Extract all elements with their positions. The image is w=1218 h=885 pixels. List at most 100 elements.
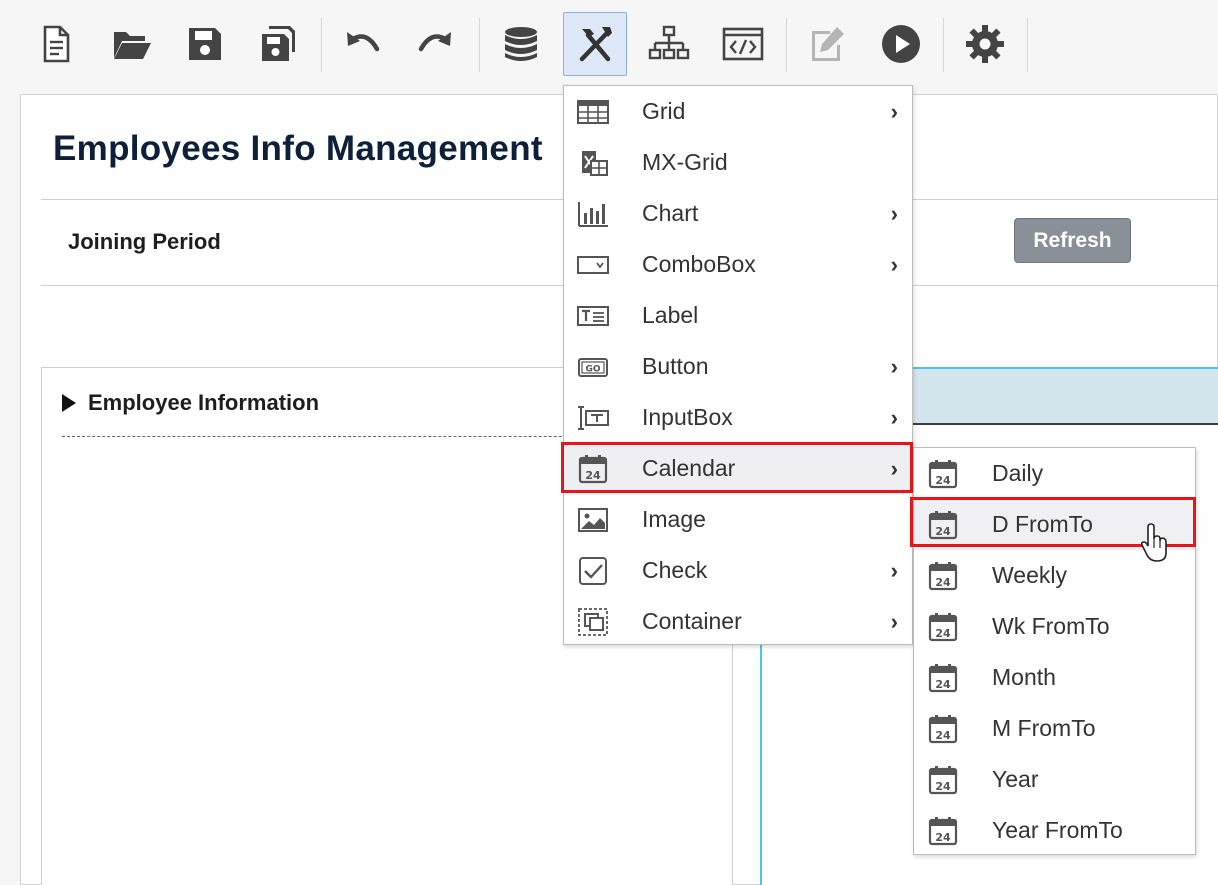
redo-button[interactable] <box>404 12 468 76</box>
menu-item-button[interactable]: GO Button › <box>564 341 912 392</box>
svg-text:24: 24 <box>935 627 951 640</box>
undo-button[interactable] <box>330 12 394 76</box>
menu-item-label: Check <box>642 557 708 583</box>
menu-item-label: Chart <box>642 200 699 226</box>
menu-item-container[interactable]: Container › <box>564 596 912 647</box>
chevron-right-icon: › <box>890 608 898 634</box>
submenu-item-wk-fromto[interactable]: 24 Wk FromTo <box>914 601 1195 652</box>
calendar-icon: 24 <box>926 510 960 540</box>
submenu-item-label: Year FromTo <box>992 817 1123 843</box>
svg-text:24: 24 <box>935 525 951 538</box>
calendar-submenu: 24 Daily 24 D FromTo 24 Weekly 24 Wk Fro… <box>913 447 1196 855</box>
menu-item-label: MX-Grid <box>642 149 728 175</box>
database-icon <box>505 27 537 61</box>
submenu-item-daily[interactable]: 24 Daily <box>914 448 1195 499</box>
menu-item-label: InputBox <box>642 404 733 430</box>
svg-text:24: 24 <box>935 780 951 793</box>
refresh-button[interactable]: Refresh <box>1014 218 1131 263</box>
submenu-item-label: M FromTo <box>992 715 1096 741</box>
grid-icon <box>576 97 610 127</box>
submenu-item-year-fromto[interactable]: 24 Year FromTo <box>914 805 1195 856</box>
toolbar-separator <box>943 18 944 72</box>
submenu-item-month[interactable]: 24 Month <box>914 652 1195 703</box>
dashed-divider <box>62 436 622 437</box>
gear-icon <box>966 25 1004 63</box>
menu-item-mx-grid[interactable]: MX-Grid <box>564 137 912 188</box>
toolbar-separator <box>1027 18 1028 72</box>
svg-text:24: 24 <box>585 469 601 482</box>
menu-item-label: Grid <box>642 98 686 124</box>
submenu-item-label: Weekly <box>992 562 1067 588</box>
structure-button[interactable] <box>637 12 701 76</box>
edit-icon <box>812 27 844 61</box>
checkbox-icon <box>576 556 610 586</box>
calendar-icon: 24 <box>926 663 960 693</box>
save-all-button[interactable] <box>246 12 310 76</box>
toolbar-separator <box>786 18 787 72</box>
button-icon: GO <box>576 352 610 382</box>
menu-item-label: Button <box>642 353 709 379</box>
calendar-icon: 24 <box>926 561 960 591</box>
calendar-icon: 24 <box>576 454 610 484</box>
components-button[interactable] <box>563 12 627 76</box>
save-button[interactable] <box>173 12 237 76</box>
redo-icon <box>418 32 451 52</box>
menu-item-image[interactable]: Image <box>564 494 912 545</box>
svg-text:24: 24 <box>935 576 951 589</box>
submenu-item-label: Daily <box>992 460 1044 486</box>
menu-item-label: Container <box>642 608 742 634</box>
toolbar-separator <box>479 18 480 72</box>
play-icon <box>882 25 920 63</box>
collapse-triangle-icon[interactable] <box>62 394 76 412</box>
svg-text:24: 24 <box>935 831 951 844</box>
menu-item-label: ComboBox <box>642 251 756 277</box>
submenu-item-year[interactable]: 24 Year <box>914 754 1195 805</box>
chevron-right-icon: › <box>890 557 898 583</box>
menu-item-inputbox[interactable]: InputBox › <box>564 392 912 443</box>
open-folder-button[interactable] <box>100 12 164 76</box>
image-icon <box>576 505 610 535</box>
edit-button[interactable] <box>795 12 859 76</box>
menu-item-label: Calendar <box>642 455 736 481</box>
svg-text:GO: GO <box>585 365 600 375</box>
chevron-right-icon: › <box>890 251 898 277</box>
submenu-item-m-fromto[interactable]: 24 M FromTo <box>914 703 1195 754</box>
code-icon <box>722 27 764 61</box>
menu-item-combobox[interactable]: ComboBox › <box>564 239 912 290</box>
menu-item-label[interactable]: Label <box>564 290 912 341</box>
database-button[interactable] <box>489 12 553 76</box>
menu-item-calendar[interactable]: 24 Calendar › <box>564 443 912 494</box>
tools-icon <box>579 27 612 62</box>
new-document-button[interactable] <box>24 12 88 76</box>
menu-item-label: Image <box>642 506 706 532</box>
svg-text:24: 24 <box>935 678 951 691</box>
mx-grid-icon <box>576 148 610 178</box>
sitemap-icon <box>648 25 690 60</box>
menu-item-chart[interactable]: Chart › <box>564 188 912 239</box>
new-document-icon <box>43 25 70 63</box>
chevron-right-icon: › <box>890 98 898 124</box>
menu-item-label-text: Label <box>642 302 699 328</box>
calendar-icon: 24 <box>926 612 960 642</box>
inputbox-icon <box>576 403 610 433</box>
calendar-icon: 24 <box>926 714 960 744</box>
menu-item-grid[interactable]: Grid › <box>564 86 912 137</box>
menu-item-check[interactable]: Check › <box>564 545 912 596</box>
run-button[interactable] <box>869 12 933 76</box>
chevron-right-icon: › <box>890 404 898 430</box>
calendar-icon: 24 <box>926 765 960 795</box>
section-title: Employee Information <box>88 390 320 415</box>
code-button[interactable] <box>711 12 775 76</box>
submenu-item-label: Month <box>992 664 1056 690</box>
chevron-right-icon: › <box>890 455 898 481</box>
joining-period-label: Joining Period <box>68 229 221 254</box>
label-icon <box>576 301 610 331</box>
calendar-icon: 24 <box>926 816 960 846</box>
svg-text:24: 24 <box>935 729 951 742</box>
calendar-icon: 24 <box>926 459 960 489</box>
settings-button[interactable] <box>953 12 1017 76</box>
chevron-right-icon: › <box>890 200 898 226</box>
open-folder-icon <box>114 32 151 59</box>
save-all-icon <box>262 26 295 61</box>
page-title: Employees Info Management <box>53 129 543 168</box>
